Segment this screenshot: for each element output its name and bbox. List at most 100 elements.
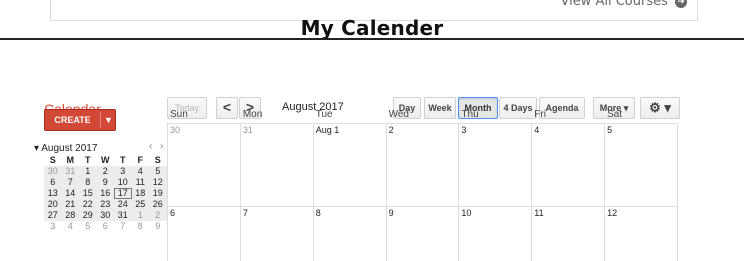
mini-day[interactable]: 11 xyxy=(131,177,149,188)
mini-dow-label: W xyxy=(101,155,110,165)
mini-day[interactable]: 30 xyxy=(96,210,114,221)
mini-day[interactable]: 15 xyxy=(79,188,97,199)
prev-period-button[interactable]: < xyxy=(216,97,238,119)
mini-dow-label: T xyxy=(120,155,126,165)
mini-next-icon[interactable]: › xyxy=(160,141,163,152)
day-cell-number[interactable]: 11 xyxy=(534,208,543,218)
mini-day[interactable]: 10 xyxy=(114,177,132,188)
create-label[interactable]: CREATE xyxy=(45,110,100,130)
day-cell-number[interactable]: 6 xyxy=(170,208,175,218)
mini-day[interactable]: 19 xyxy=(149,188,167,199)
mini-day[interactable]: 14 xyxy=(61,188,79,199)
mini-day[interactable]: 26 xyxy=(149,199,167,210)
day-cell-number[interactable]: 9 xyxy=(389,208,394,218)
weekday-header: Mon xyxy=(242,109,263,120)
heading-divider xyxy=(0,38,744,40)
grid-col-line xyxy=(458,123,460,261)
mini-day[interactable]: 12 xyxy=(149,177,167,188)
grid-col-line xyxy=(239,123,241,261)
grid-col-line xyxy=(531,123,533,261)
mini-day[interactable]: 31 xyxy=(61,166,79,177)
collapse-toggle-icon[interactable]: ▾ xyxy=(34,143,39,154)
view-all-label[interactable]: View All Courses xyxy=(560,0,667,9)
mini-calendar-grid: S M T W T F S 30 31 1 2 3 4 5 6 7 8 9 10 11 12 13 14 15 16 17 18 19… xyxy=(44,155,167,232)
grid-row-line xyxy=(167,206,677,207)
mini-day[interactable]: 29 xyxy=(79,210,97,221)
mini-day[interactable]: 13 xyxy=(44,188,62,199)
mini-day[interactable]: 7 xyxy=(114,221,132,232)
mini-day[interactable]: 6 xyxy=(44,177,62,188)
view-4days-button[interactable]: 4 Days xyxy=(499,97,537,119)
day-cell-number[interactable]: 5 xyxy=(607,125,612,135)
mini-day[interactable]: 9 xyxy=(149,221,167,232)
view-week-button[interactable]: Week xyxy=(424,97,456,119)
mini-day[interactable]: 1 xyxy=(79,166,97,177)
mini-day[interactable]: 27 xyxy=(44,210,62,221)
mini-day[interactable]: 8 xyxy=(79,177,97,188)
day-cell-number[interactable]: 2 xyxy=(389,125,394,135)
mini-day[interactable]: 2 xyxy=(149,210,167,221)
mini-day[interactable]: 3 xyxy=(44,221,62,232)
create-button[interactable]: CREATE ▼ xyxy=(44,109,116,131)
weekday-header: Tue xyxy=(315,109,333,120)
weekday-header: Fri xyxy=(534,109,546,120)
mini-dow-label: F xyxy=(137,155,144,165)
mini-day[interactable]: 25 xyxy=(131,199,149,210)
mini-day[interactable]: 16 xyxy=(96,188,114,199)
mini-day[interactable]: 5 xyxy=(149,166,167,177)
mini-day[interactable]: 4 xyxy=(62,221,80,232)
grid-col-line xyxy=(677,123,678,261)
view-all-courses-link[interactable]: View All Courses ➜ xyxy=(560,0,687,9)
mini-day[interactable]: 24 xyxy=(114,199,132,210)
day-cell-number[interactable]: 4 xyxy=(534,125,539,135)
grid-col-line xyxy=(385,123,387,261)
day-cell-number[interactable]: 3 xyxy=(461,125,466,135)
day-cell-number[interactable]: 12 xyxy=(607,208,617,218)
weekday-header: Thu xyxy=(461,109,479,120)
day-cell-number[interactable]: Aug 1 xyxy=(316,125,340,135)
mini-dow-label: S xyxy=(154,155,161,165)
mini-day[interactable]: 17 xyxy=(114,188,132,199)
gear-icon: ⚙ ▾ xyxy=(649,100,671,115)
mini-dow-label: M xyxy=(66,155,75,165)
mini-day[interactable]: 20 xyxy=(44,199,62,210)
mini-month-label: August 2017 xyxy=(41,143,98,154)
mini-day[interactable]: 21 xyxy=(61,199,79,210)
mini-day[interactable]: 23 xyxy=(96,199,114,210)
create-dropdown-arrow-icon[interactable]: ▼ xyxy=(101,110,116,130)
mini-day[interactable]: 2 xyxy=(96,166,114,177)
settings-gear-button[interactable]: ⚙ ▾ xyxy=(640,97,680,119)
page-title: My Calender xyxy=(300,16,444,40)
mini-day[interactable]: 6 xyxy=(97,221,115,232)
mini-day[interactable]: 28 xyxy=(61,210,79,221)
mini-day[interactable]: 1 xyxy=(131,210,149,221)
mini-day[interactable]: 31 xyxy=(114,210,132,221)
mini-day[interactable]: 22 xyxy=(79,199,97,210)
day-cell-number[interactable]: 30 xyxy=(170,125,180,135)
day-cell-number[interactable]: 31 xyxy=(243,125,253,135)
mini-day[interactable]: 9 xyxy=(96,177,114,188)
date-range-label: August 2017 xyxy=(282,101,344,113)
mini-dow-label: T xyxy=(85,155,91,165)
weekday-header: Wed xyxy=(388,109,409,120)
mini-calendar-header[interactable]: ▾ August 2017 xyxy=(34,143,97,154)
mini-day[interactable]: 7 xyxy=(61,177,79,188)
mini-prev-icon[interactable]: ‹ xyxy=(149,141,152,152)
mini-day[interactable]: 18 xyxy=(131,188,149,199)
grid-row-line xyxy=(167,123,677,124)
weekday-header: Sun xyxy=(170,109,188,120)
weekday-header: Sat xyxy=(607,109,623,120)
mini-day[interactable]: 30 xyxy=(44,166,62,177)
day-cell-number[interactable]: 10 xyxy=(461,208,471,218)
mini-day[interactable]: 8 xyxy=(132,221,150,232)
mini-day[interactable]: 5 xyxy=(79,221,97,232)
day-cell-number[interactable]: 8 xyxy=(316,208,321,218)
grid-col-line xyxy=(167,123,168,261)
grid-col-line xyxy=(312,123,314,261)
mini-day[interactable]: 3 xyxy=(114,166,132,177)
mini-dow-label: S xyxy=(49,155,56,165)
day-cell-number[interactable]: 7 xyxy=(243,208,248,218)
arrow-right-circle-icon: ➜ xyxy=(675,0,687,8)
mini-day[interactable]: 4 xyxy=(131,166,149,177)
grid-col-line xyxy=(604,123,606,261)
